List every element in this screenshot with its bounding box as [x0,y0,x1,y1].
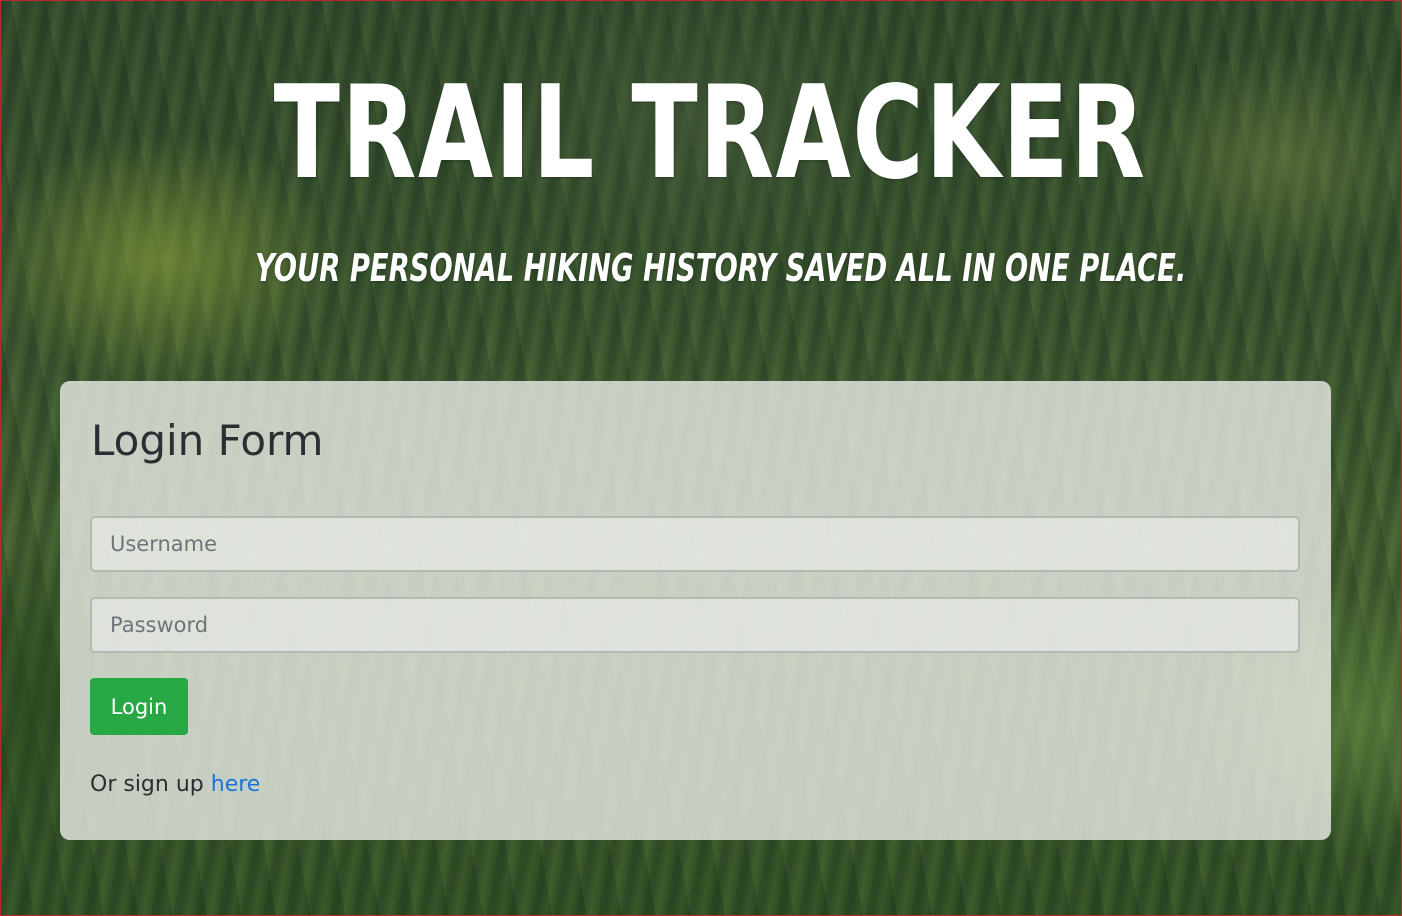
login-form-title: Login Form [91,416,324,465]
login-button[interactable]: Login [90,678,188,735]
signup-prefix-text: Or sign up [90,772,204,797]
signup-link[interactable]: here [211,772,261,797]
signup-prompt: Or sign up here [90,768,260,802]
password-input[interactable] [90,597,1300,653]
app-title: TRAIL TRACKER [273,59,1147,208]
login-form-card: Login Form Login Or sign up here [60,381,1331,840]
username-input[interactable] [90,516,1300,572]
app-tagline: YOUR PERSONAL HIKING HISTORY SAVED ALL I… [254,246,1187,290]
